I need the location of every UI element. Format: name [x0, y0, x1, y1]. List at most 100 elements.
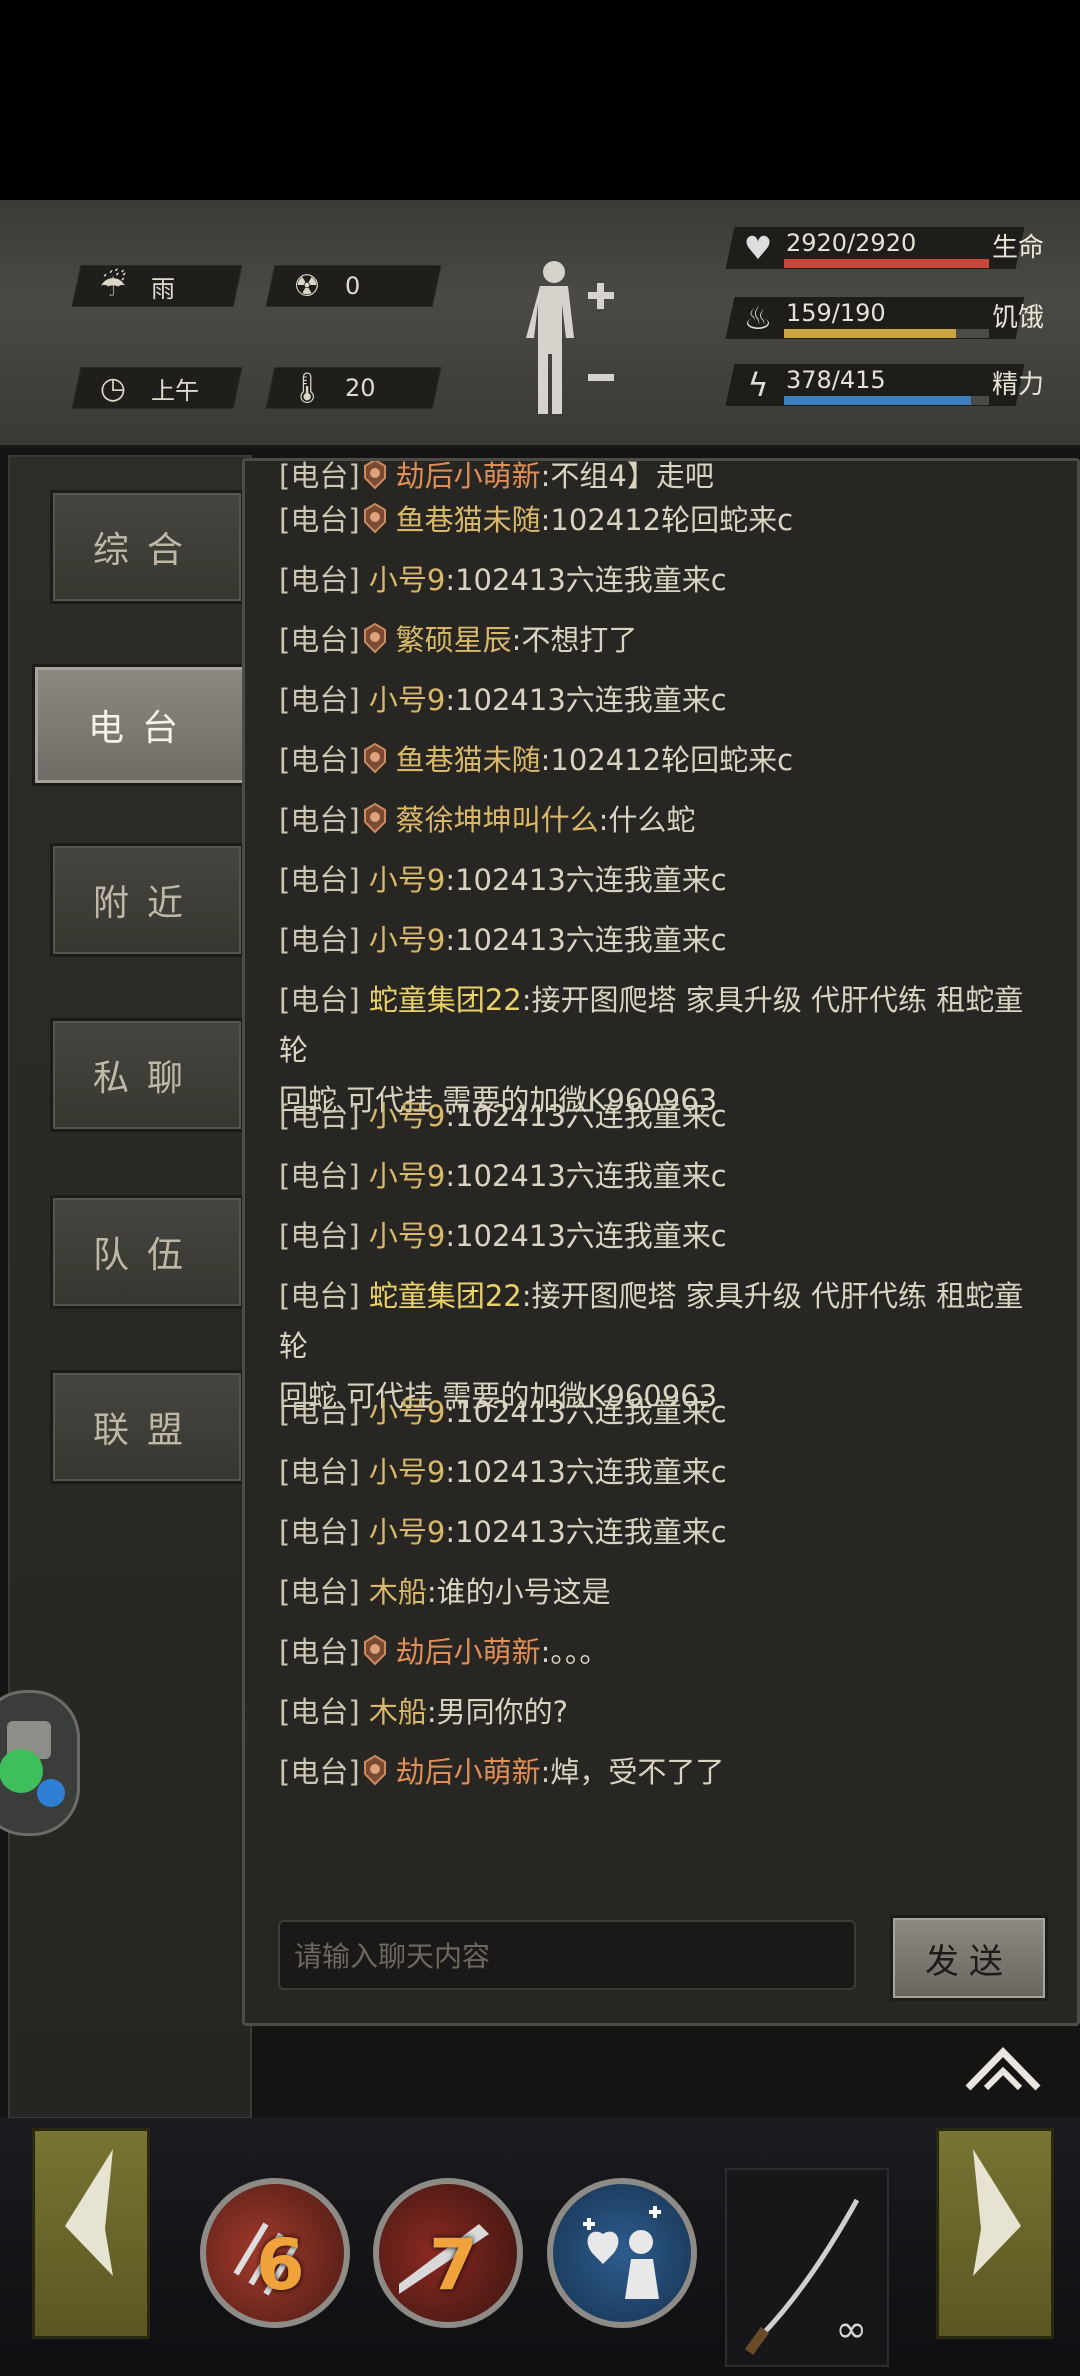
channel-tag: [电台]: [279, 1219, 360, 1253]
sender-name[interactable]: 小号9: [369, 1099, 445, 1133]
chat-message: [电台] 劫后小萌新:。。。: [279, 1627, 1059, 1677]
tab-radio[interactable]: 电台: [32, 664, 252, 786]
channel-tag: [电台]: [279, 803, 360, 837]
message-text: :102413六连我童来c: [445, 863, 727, 897]
chat-input[interactable]: 请输入聊天内容: [278, 1920, 856, 1990]
sender-name[interactable]: 小号9: [369, 1395, 445, 1429]
rank-badge-icon: [363, 622, 386, 654]
skill-slot-3[interactable]: [547, 2178, 697, 2328]
channel-tag: [电台]: [279, 459, 360, 493]
sender-name[interactable]: 小号9: [369, 1159, 445, 1193]
sender-name[interactable]: 蔡徐坤坤叫什么: [396, 803, 599, 837]
chat-message: [电台] 木船:男同你的?: [279, 1687, 1059, 1737]
tab-team[interactable]: 队伍: [50, 1195, 244, 1309]
chat-message: [电台] 小号9:102413六连我童来c: [279, 855, 1059, 905]
heart-pulse-icon: ♥: [743, 229, 773, 267]
sender-name[interactable]: 鱼巷猫未随: [396, 503, 541, 537]
channel-tag: [电台]: [279, 1159, 360, 1193]
radiation-value: 0: [345, 272, 361, 300]
body-status-button[interactable]: [520, 258, 620, 418]
chat-message: [电台] 小号9:102413六连我童来c: [279, 1211, 1059, 1261]
sender-name[interactable]: 木船: [369, 1695, 427, 1729]
floating-assistant-button[interactable]: [0, 1690, 80, 1836]
channel-tag: [电台]: [279, 743, 360, 777]
skill-2-cooldown: 7: [429, 2224, 478, 2306]
message-text: :102413六连我童来c: [445, 683, 727, 717]
tab-private[interactable]: 私聊: [50, 1018, 244, 1132]
temperature-value: 20: [345, 374, 376, 402]
sender-name[interactable]: 劫后小萌新: [396, 1755, 541, 1789]
channel-tag: [电台]: [279, 923, 360, 957]
heal-skill-icon: [583, 2206, 661, 2299]
sender-name[interactable]: 蛇童集团22: [369, 1279, 522, 1313]
sender-name[interactable]: 小号9: [369, 1515, 445, 1549]
health-bar-fill: [784, 259, 989, 268]
channel-tag: [电台]: [279, 1695, 360, 1729]
prev-page-button[interactable]: [32, 2128, 150, 2339]
chat-message: [电台] 小号9:102413六连我童来c: [279, 915, 1059, 965]
sender-name[interactable]: 小号9: [369, 923, 445, 957]
tab-comprehensive[interactable]: 综合: [50, 490, 244, 604]
chat-message: [电台] 蔡徐坤坤叫什么:什么蛇: [279, 795, 1059, 845]
message-text: :谁的小号这是: [426, 1575, 611, 1609]
sender-name[interactable]: 鱼巷猫未随: [396, 743, 541, 777]
sender-name[interactable]: 劫后小萌新: [396, 1635, 541, 1669]
sender-name[interactable]: 繁硕星辰: [396, 623, 512, 657]
sender-name[interactable]: 小号9: [369, 563, 445, 597]
chat-bubble-icon: [0, 1721, 65, 1807]
time-label: 上午: [151, 376, 199, 405]
chat-message: [电台] 小号9:102413六连我童来c: [279, 1447, 1059, 1497]
sender-name[interactable]: 蛇童集团22: [369, 983, 522, 1017]
health-stat: ♥ 2920/2920 生命: [720, 223, 1060, 273]
sender-name[interactable]: 小号9: [369, 863, 445, 897]
chat-message: [电台] 小号9:102413六连我童来c: [279, 1091, 1059, 1141]
rank-badge-icon: [363, 802, 386, 834]
message-text: :不组4】走吧: [540, 459, 714, 493]
message-text: :102413六连我童来c: [445, 1159, 727, 1193]
chat-message: [电台] 小号9:102413六连我童来c: [279, 1387, 1059, 1437]
message-text: :焯，受不了了: [540, 1755, 725, 1789]
chat-message: [电台] 小号9:102413六连我童来c: [279, 675, 1059, 725]
channel-tag: [电台]: [279, 683, 360, 717]
sender-name[interactable]: 木船: [369, 1575, 427, 1609]
thermometer-icon: 🌡: [287, 370, 327, 406]
tab-alliance[interactable]: 联盟: [50, 1370, 244, 1484]
send-button[interactable]: 发送: [890, 1915, 1048, 2001]
chat-message: [电台] 小号9:102413六连我童来c: [279, 1151, 1059, 1201]
left-arrow-icon: [65, 2149, 113, 2276]
sender-name[interactable]: 小号9: [369, 683, 445, 717]
message-text: :102413六连我童来c: [445, 1455, 727, 1489]
hunger-value: 159/190: [786, 299, 886, 327]
message-text: :什么蛇: [598, 803, 696, 837]
collapse-chevron-icon[interactable]: [964, 2044, 1042, 2094]
energy-bolt-icon: ϟ: [747, 366, 769, 404]
radiation-icon: ☢: [293, 268, 321, 304]
channel-tag: [电台]: [279, 1099, 360, 1133]
chat-message: [电台] 鱼巷猫未随:102412轮回蛇来c: [279, 735, 1059, 785]
top-black-area: [0, 0, 1080, 200]
chat-message: [电台] 鱼巷猫未随:102412轮回蛇来c: [279, 495, 1059, 545]
tab-nearby[interactable]: 附近: [50, 843, 244, 957]
hunger-label: 饥饿: [992, 303, 1045, 333]
chat-message: [电台] 繁硕星辰:不想打了: [279, 615, 1059, 665]
energy-stat: ϟ 378/415 精力: [720, 360, 1060, 410]
health-label: 生命: [992, 233, 1045, 263]
energy-value: 378/415: [786, 366, 886, 394]
channel-tag: [电台]: [279, 1395, 360, 1429]
skill-slot-2[interactable]: 7: [373, 2178, 523, 2328]
next-page-button[interactable]: [936, 2128, 1054, 2339]
temperature-indicator: 🌡 20: [265, 367, 442, 409]
channel-tag: [电台]: [279, 1455, 360, 1489]
sender-name[interactable]: 劫后小萌新: [396, 461, 541, 493]
chat-message-list[interactable]: [电台] 劫后小萌新:不组4】走吧 [电台] 鱼巷猫未随:102412轮回蛇来c [电台…: [242, 458, 1080, 2026]
sender-name[interactable]: 小号9: [369, 1455, 445, 1489]
energy-bar-fill: [784, 396, 971, 405]
stomach-icon: ♨: [743, 299, 773, 337]
sender-name[interactable]: 小号9: [369, 1219, 445, 1253]
skill-slot-1[interactable]: 6: [200, 2178, 350, 2328]
energy-label: 精力: [992, 370, 1045, 400]
channel-tag: [电台]: [279, 503, 360, 537]
plus-minus-icon: [588, 283, 614, 381]
radiation-indicator: ☢ 0: [265, 265, 442, 307]
weapon-slot[interactable]: ∞: [725, 2168, 889, 2367]
